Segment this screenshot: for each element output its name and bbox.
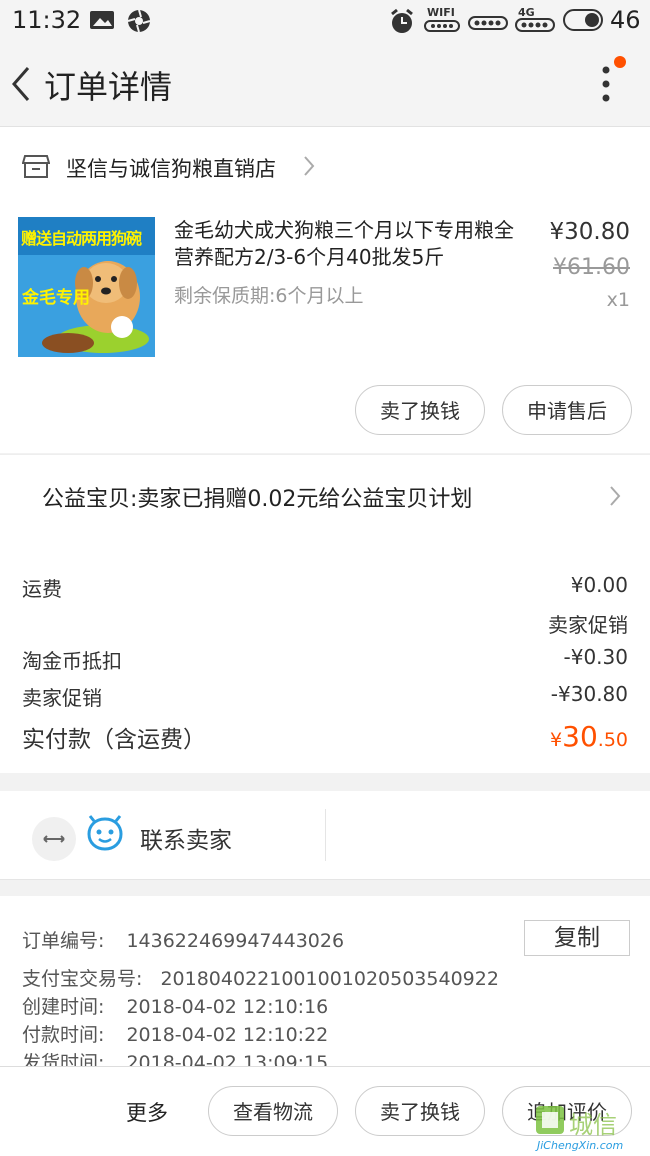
shelf-life: 剩余保质期:6个月以上 (174, 285, 364, 307)
wifi-label: WIFI (427, 6, 455, 19)
picture-icon (90, 11, 114, 29)
section-gap (0, 773, 650, 791)
order-number-label: 订单编号: (22, 930, 105, 952)
store-name[interactable]: 坚信与诚信狗粮直销店 (66, 153, 276, 183)
shipped-time: 2018-04-02 13:09:15 (126, 1052, 329, 1066)
more-button[interactable]: 更多 (126, 1097, 168, 1127)
alipay-number: 2018040221001001020503540922 (160, 968, 499, 990)
product-card: 赠送自动两用狗碗 金毛专用 金毛幼犬成犬狗粮三个月以下专用粮全营养配方2/3-6… (0, 205, 650, 453)
contact-row: 联系卖家 (0, 791, 650, 880)
chevron-right-icon (610, 486, 621, 506)
product-price: ¥30.80 (549, 219, 630, 245)
charity-row[interactable]: 公益宝贝:卖家已捐赠0.02元给公益宝贝计划 (0, 454, 650, 538)
alipay-label: 支付宝交易号: (22, 968, 143, 990)
total-currency: ¥ (550, 729, 563, 751)
paid-label: 付款时间: (22, 1024, 105, 1046)
product-quantity: x1 (606, 289, 630, 311)
promo-value: -¥30.80 (550, 682, 628, 706)
back-arrow-icon[interactable] (8, 64, 32, 104)
more-menu-icon[interactable] (598, 64, 614, 104)
total-label: 实付款（含运费） (22, 727, 206, 753)
coin-label: 淘金币抵扣 (22, 649, 122, 673)
coin-value: -¥0.30 (563, 645, 628, 669)
contact-seller-label[interactable]: 联系卖家 (140, 821, 232, 855)
product-image-banner: 赠送自动两用狗碗 (21, 229, 142, 248)
product-image-tag: 金毛专用 (22, 288, 90, 308)
signal-icon (468, 16, 508, 30)
created-label: 创建时间: (22, 996, 105, 1018)
shipped-row: 发货时间: 2018-04-02 13:09:15 (22, 1048, 328, 1066)
created-row: 创建时间: 2018-04-02 12:10:16 (22, 992, 328, 1019)
view-logistics-button[interactable]: 查看物流 (208, 1086, 338, 1136)
total-decimal: .50 (597, 729, 628, 751)
expand-arrows-icon (43, 835, 65, 843)
fee-summary: 运费 ¥0.00 卖家促销 淘金币抵扣 -¥0.30 卖家促销 -¥30.80 … (0, 537, 650, 773)
product-name[interactable]: 金毛幼犬成犬狗粮三个月以下专用粮全营养配方2/3-6个月40批发5斤 (174, 217, 524, 271)
watermark: 城信 JiChengXin.com (533, 1103, 650, 1155)
watermark-domain: JiChengXin.com (537, 1139, 624, 1152)
original-price: ¥61.60 (553, 255, 630, 280)
alipay-row: 支付宝交易号: 2018040221001001020503540922 (22, 964, 499, 991)
order-number: 143622469947443026 (126, 930, 345, 952)
total-amount: ¥30.50 (550, 720, 628, 753)
shipping-value: ¥0.00 (570, 573, 628, 597)
shipping-note: 卖家促销 (548, 613, 628, 637)
copy-button[interactable]: 复制 (524, 920, 630, 956)
chevron-right-icon (304, 156, 315, 176)
total-integer: 30 (562, 720, 598, 753)
paid-time: 2018-04-02 12:10:22 (126, 1024, 329, 1046)
order-number-row: 订单编号: 143622469947443026 (22, 926, 344, 953)
store-icon (22, 155, 50, 178)
product-image[interactable]: 赠送自动两用狗碗 金毛专用 (18, 217, 155, 357)
aperture-icon (127, 9, 151, 33)
battery-icon (563, 9, 603, 31)
divider (325, 809, 326, 861)
collapse-toggle[interactable] (32, 817, 76, 861)
page-title: 订单详情 (44, 68, 173, 106)
resell-bottom-button[interactable]: 卖了换钱 (355, 1086, 485, 1136)
status-time: 11:32 (12, 6, 82, 34)
shipping-label: 运费 (22, 577, 62, 601)
watermark-logo-icon (536, 1106, 564, 1134)
alarm-icon (391, 8, 413, 33)
watermark-brand: 城信 (569, 1111, 617, 1139)
store-row[interactable]: 坚信与诚信狗粮直销店 (0, 127, 650, 206)
order-info: 订单编号: 143622469947443026 复制 支付宝交易号: 2018… (0, 896, 650, 1066)
charity-text: 公益宝贝:卖家已捐赠0.02元给公益宝贝计划 (42, 487, 473, 512)
after-sale-button[interactable]: 申请售后 (502, 385, 632, 435)
created-time: 2018-04-02 12:10:16 (126, 996, 329, 1018)
promo-label: 卖家促销 (22, 686, 102, 710)
signal-4g-icon (515, 18, 555, 32)
notification-dot-icon (614, 56, 626, 68)
paid-row: 付款时间: 2018-04-02 12:10:22 (22, 1020, 328, 1047)
top-nav-bar: 订单详情 (0, 40, 650, 127)
battery-level: 46 (610, 6, 641, 34)
wifi-icon (424, 20, 460, 32)
shipped-label: 发货时间: (22, 1052, 105, 1066)
resell-button[interactable]: 卖了换钱 (355, 385, 485, 435)
status-bar: 11:32 WIFI 4G 46 (0, 0, 650, 40)
chat-bot-icon[interactable] (86, 815, 124, 853)
